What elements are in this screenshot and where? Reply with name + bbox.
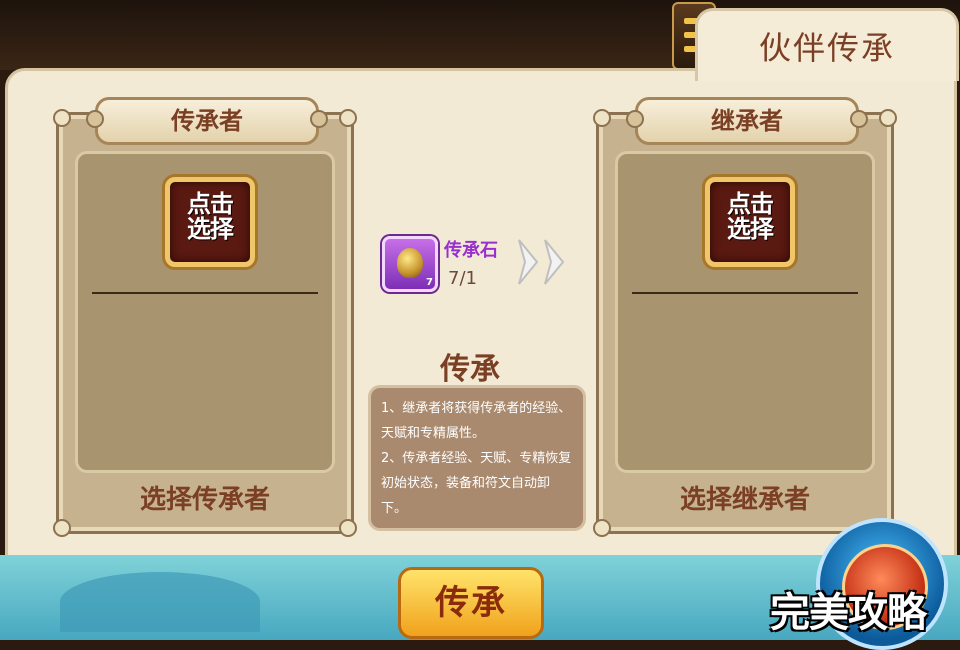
walnut-stone-icon — [397, 248, 423, 278]
divider — [632, 292, 858, 294]
page-title: 伙伴传承 — [758, 29, 895, 67]
watermark-text: 完美攻略 — [770, 590, 927, 636]
corner-rivet-icon — [593, 519, 611, 537]
material-name: 传承石 — [444, 240, 498, 261]
receiver-header: 继承者 — [626, 97, 868, 145]
info-line-1: 1、继承者将获得传承者的经验、天赋和专精属性。 — [381, 401, 572, 441]
island-decoration — [60, 572, 260, 632]
inherit-stone-slot[interactable]: 7 — [382, 236, 438, 292]
info-box: 1、继承者将获得传承者的经验、天赋和专精属性。 2、传承者经验、天赋、专精恢复初… — [368, 385, 586, 531]
receiver-footer-label[interactable]: 选择继承者 — [599, 479, 891, 516]
inherit-button[interactable]: 传承 — [398, 567, 544, 639]
info-title: 传承 — [440, 352, 500, 387]
select-receiver-button[interactable]: 点击 选择 — [705, 177, 795, 267]
select-giver-label: 点击 选择 — [187, 190, 234, 243]
material-count: 7/1 — [448, 268, 477, 289]
divider — [92, 292, 318, 294]
title-tab: 伙伴传承 — [695, 8, 959, 81]
giver-footer-label[interactable]: 选择传承者 — [59, 479, 351, 516]
corner-rivet-icon — [339, 109, 357, 127]
corner-rivet-icon — [339, 519, 357, 537]
stone-level-badge: 7 — [426, 277, 433, 288]
corner-rivet-icon — [879, 109, 897, 127]
chevron-right-icon — [544, 239, 565, 285]
giver-card: 传承者 点击 选择 选择传承者 — [53, 97, 357, 537]
info-line-2: 2、传承者经验、天赋、专精恢复初始状态，装备和符文自动卸下。 — [381, 451, 572, 516]
corner-rivet-icon — [593, 109, 611, 127]
select-giver-button[interactable]: 点击 选择 — [165, 177, 255, 267]
receiver-card: 继承者 点击 选择 选择继承者 — [593, 97, 897, 537]
corner-rivet-icon — [53, 109, 71, 127]
chevron-right-icon — [518, 239, 539, 285]
select-receiver-label: 点击 选择 — [727, 190, 774, 243]
giver-header: 传承者 — [86, 97, 328, 145]
corner-rivet-icon — [53, 519, 71, 537]
